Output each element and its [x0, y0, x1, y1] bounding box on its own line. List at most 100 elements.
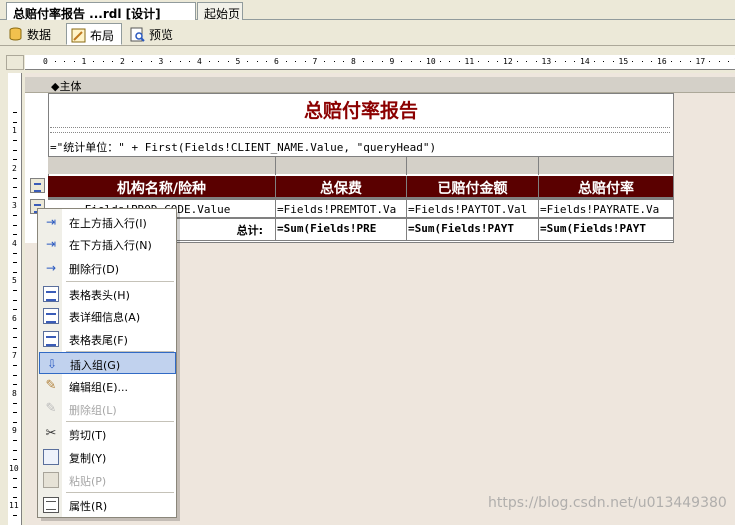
ruler-tick [689, 61, 691, 62]
detail-cell-premtot[interactable]: =Fields!PREMTOT.Va [276, 200, 407, 219]
context-menu[interactable]: ⇥ 在上方插入行(I) ⇥ 在下方插入行(N) → 删除行(D) 表格表头(H)… [37, 208, 177, 518]
menu-item-delete-group: ✎ 删除组(L) [39, 398, 176, 420]
detail-cell-payrate[interactable]: =Fields!PAYRATE.Va [539, 200, 674, 219]
menu-item-table-footer[interactable]: 表格表尾(F) [39, 328, 176, 350]
statistics-unit-textbox[interactable]: ="统计单位：" + First(Fields!CLIENT_NAME.Valu… [50, 139, 670, 155]
column-handle[interactable] [539, 157, 674, 175]
menu-item-insert-group[interactable]: ⇩ 插入组(G) [39, 352, 176, 374]
tab-report-design[interactable]: 总赔付率报告 ...rdl [设计] [6, 2, 196, 21]
tab-layout-label: 布局 [90, 29, 115, 43]
ruler-tick [218, 61, 220, 62]
ruler-tick [13, 327, 17, 329]
footer-cell-sum-paid[interactable]: =Sum(Fields!PAYT [407, 219, 539, 241]
database-icon [8, 27, 23, 42]
ruler-tick [13, 365, 17, 367]
ruler-tick [651, 61, 653, 62]
column-handle[interactable] [48, 157, 276, 175]
ruler-tick [141, 61, 143, 62]
ruler-tick [102, 61, 104, 62]
ruler-tick [13, 121, 17, 123]
ruler-tick [170, 61, 172, 62]
tab-data-label: 数据 [27, 28, 52, 42]
tab-start-page[interactable]: 起始页 [197, 2, 243, 21]
tab-layout[interactable]: 布局 [66, 23, 122, 45]
document-tab-strip: 总赔付率报告 ...rdl [设计] 起始页 [0, 0, 735, 21]
menu-item-delete-row[interactable]: → 删除行(D) [39, 257, 176, 279]
edit-group-icon: ✎ [45, 378, 57, 393]
ruler-tick [112, 61, 114, 62]
ruler-tick [13, 187, 17, 189]
ruler-tick [13, 487, 17, 489]
ruler-tick [13, 215, 17, 217]
header-cell-org[interactable]: 机构名称/险种 [48, 176, 276, 198]
header-row-handle[interactable] [30, 178, 45, 193]
ruler-tick [13, 177, 17, 179]
ruler-tick [54, 61, 56, 62]
ruler-mark: 10 [9, 463, 19, 473]
table-header-row[interactable]: 机构名称/险种 总保费 已赔付金额 总赔付率 [48, 176, 674, 198]
ruler-tick [13, 515, 17, 517]
ruler-tick [612, 61, 614, 62]
ruler-mark: 8 [351, 57, 356, 66]
ruler-tick [13, 271, 17, 273]
ruler-tick [13, 374, 17, 376]
ruler-mark: 6 [12, 313, 17, 323]
menu-item-insert-row-above[interactable]: ⇥ 在上方插入行(I) [39, 211, 176, 233]
menu-separator [66, 492, 174, 493]
ruler-tick [73, 61, 75, 62]
ruler-tick [718, 61, 720, 62]
column-handle[interactable] [276, 157, 407, 175]
menu-item-cut[interactable]: ✂ 剪切(T) [39, 423, 176, 445]
ruler-tick [709, 61, 711, 62]
ruler-tick [13, 440, 17, 442]
ruler-tick [13, 149, 17, 151]
footer-cell-sum-premium[interactable]: =Sum(Fields!PRE [276, 219, 407, 241]
column-handle[interactable] [407, 157, 539, 175]
header-cell-rate[interactable]: 总赔付率 [539, 176, 674, 198]
insert-row-above-icon: ⇥ [45, 215, 57, 229]
header-cell-premium[interactable]: 总保费 [276, 176, 407, 198]
copy-icon [43, 449, 59, 465]
menu-item-properties[interactable]: 属性(R) [39, 494, 176, 516]
menu-item-insert-row-below[interactable]: ⇥ 在下方插入行(N) [39, 233, 176, 255]
body-section-bar[interactable]: ◆主体 [25, 77, 735, 93]
table-details-icon [43, 308, 59, 324]
ruler-mark: 7 [312, 57, 318, 66]
ruler-tick [285, 61, 287, 62]
properties-icon [43, 497, 59, 513]
ruler-mark: 11 [9, 501, 19, 510]
ruler-tick [13, 224, 17, 226]
table-column-handles[interactable] [48, 156, 674, 175]
tab-data[interactable]: 数据 [4, 23, 62, 45]
ruler-tick [497, 61, 499, 62]
tab-preview[interactable]: 预览 [126, 23, 182, 45]
layout-icon [71, 28, 86, 43]
ruler-tick [179, 61, 181, 62]
ruler-mark: 17 [695, 57, 706, 66]
delete-row-icon: → [45, 261, 57, 275]
ruler-tick [593, 61, 595, 62]
menu-item-table-details[interactable]: 表详细信息(A) [39, 305, 176, 327]
footer-cell-sum-rate[interactable]: =Sum(Fields!PAYT [539, 219, 674, 241]
report-title[interactable]: 总赔付率报告 [48, 96, 674, 124]
ruler-tick [526, 61, 528, 62]
ruler-tick [13, 140, 17, 142]
ruler-tick [266, 61, 268, 62]
ruler-tick [13, 346, 17, 348]
menu-item-copy[interactable]: 复制(Y) [39, 446, 176, 468]
detail-cell-paytot[interactable]: =Fields!PAYTOT.Val [407, 200, 539, 219]
horizontal-ruler: 0123456789101112131415161718 [25, 55, 735, 70]
menu-item-edit-group[interactable]: ✎ 编辑组(E)... [39, 375, 176, 397]
ruler-mark: 4 [197, 57, 202, 66]
menu-item-table-header[interactable]: 表格表头(H) [39, 283, 176, 305]
header-cell-paid[interactable]: 已赔付金额 [407, 176, 539, 198]
ruler-mark: 15 [618, 57, 629, 66]
ruler-tick [13, 262, 17, 264]
ruler-mark: 14 [580, 57, 590, 66]
ruler-mark: 9 [12, 426, 17, 435]
ruler-tick [13, 299, 17, 301]
insert-row-below-icon: ⇥ [45, 237, 57, 251]
ruler-tick [632, 61, 634, 62]
ruler-tick [13, 309, 17, 311]
ruler-tick [449, 61, 451, 62]
